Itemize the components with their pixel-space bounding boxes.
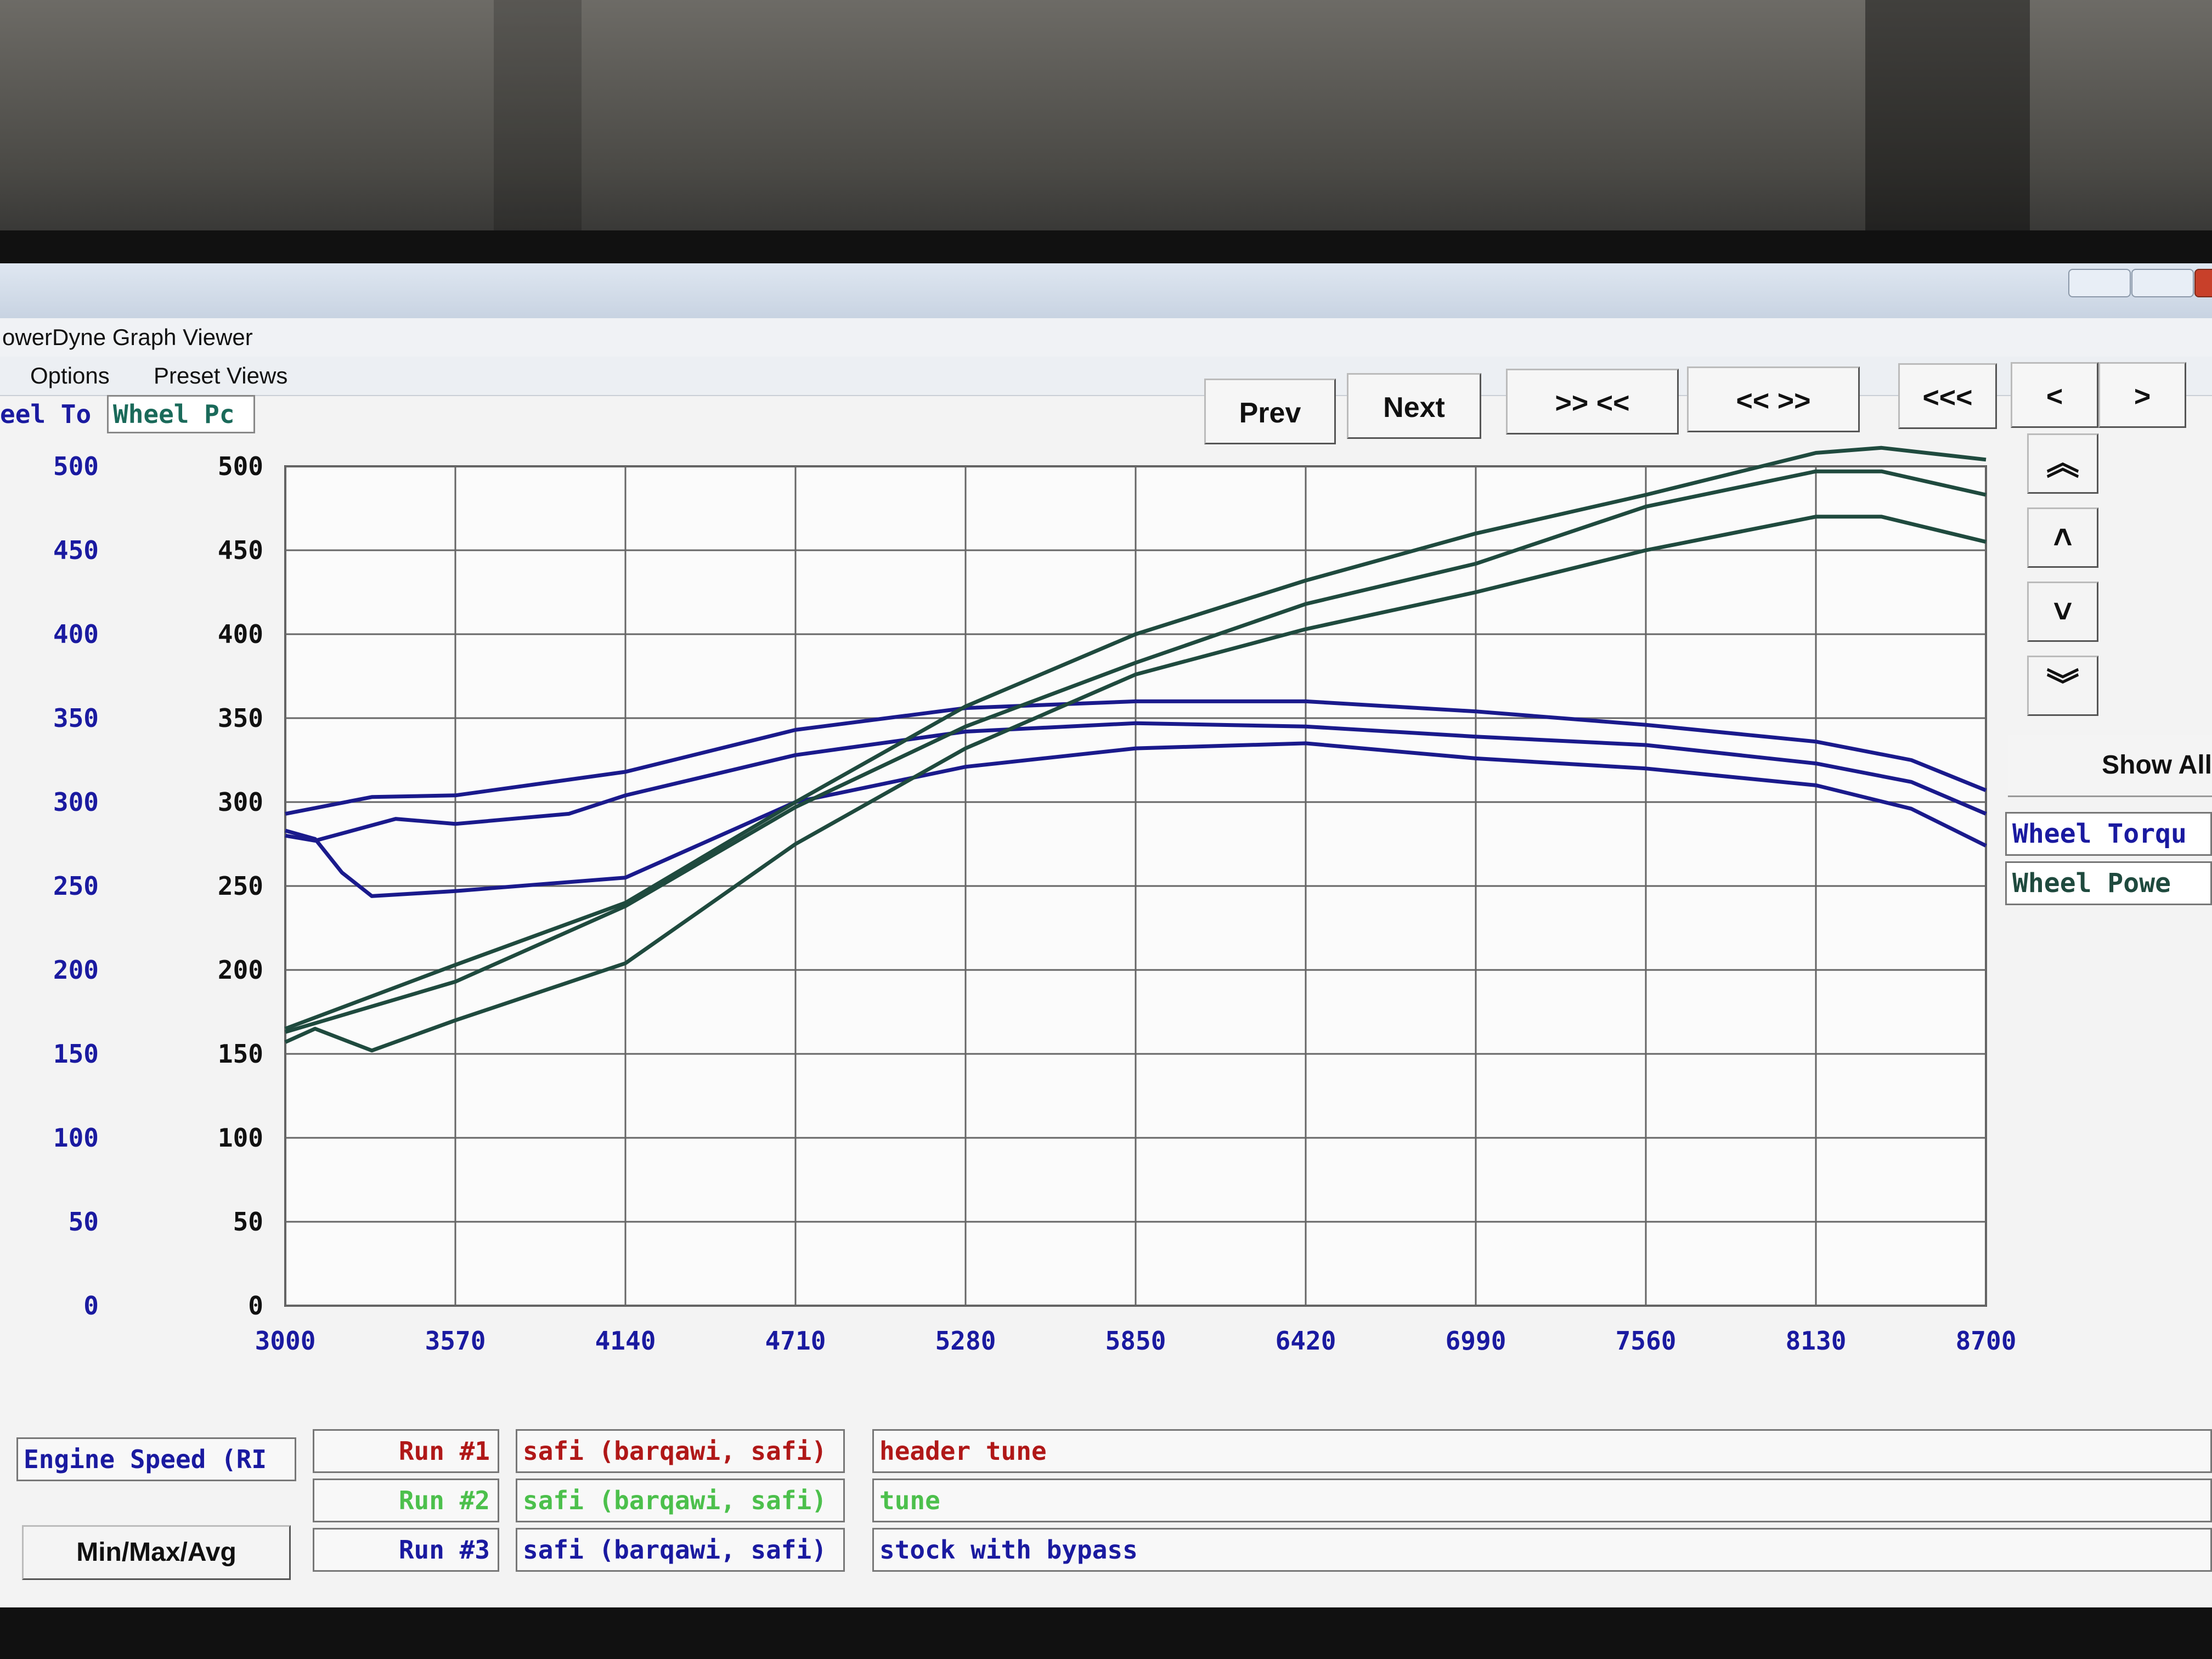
scale-down-fast-button[interactable]: ︾ — [2027, 656, 2098, 716]
run-1-label: Run #1 — [313, 1429, 499, 1473]
y-left-tick-label: 250 — [53, 871, 99, 901]
y-left-tick-label: 0 — [83, 1291, 99, 1321]
scroll-left-button[interactable]: < — [2011, 362, 2098, 428]
run-2-note[interactable]: tune — [872, 1479, 2212, 1522]
x-tick-label: 4710 — [765, 1326, 826, 1356]
x-tick-label: 8700 — [1956, 1326, 2017, 1356]
run-1-driver[interactable]: safi (barqawi, safi) — [516, 1429, 845, 1473]
y-left-tick-label: 150 — [53, 1039, 99, 1069]
x-tick-label: 8130 — [1786, 1326, 1847, 1356]
y-left-tick-label: 50 — [69, 1207, 99, 1237]
y-left-tick-label: 300 — [53, 787, 99, 817]
legend-wheel-torque[interactable]: Wheel Torqu — [2005, 812, 2212, 856]
zoom-out-button[interactable]: << >> — [1687, 366, 1860, 432]
maximize-button[interactable] — [2131, 269, 2194, 297]
window-title: owerDyne Graph Viewer — [0, 318, 2212, 357]
min-max-avg-button[interactable]: Min/Max/Avg — [22, 1525, 291, 1580]
x-tick-label: 3000 — [255, 1326, 316, 1356]
scale-up-fast-button[interactable]: ︽ — [2027, 433, 2098, 494]
x-tick-label: 4140 — [595, 1326, 656, 1356]
minimize-button[interactable] — [2068, 269, 2131, 297]
run-3-note[interactable]: stock with bypass — [872, 1528, 2212, 1572]
chevron-down-icon: ˅ — [2053, 593, 2073, 630]
x-tick-label: 5280 — [935, 1326, 996, 1356]
scroll-right-button[interactable]: > — [2098, 362, 2186, 428]
dyno-chart: 3000 3570 4140 4710 5280 5850 6420 6990 7560 8130… — [53, 445, 2017, 1356]
scale-up-button[interactable]: ˄ — [2027, 507, 2098, 568]
y-right-tick-label: 0 — [248, 1291, 263, 1321]
y-right-tick-label: 450 — [218, 535, 263, 565]
rewind-button[interactable]: <<< — [1898, 363, 1997, 429]
x-tick-label: 3570 — [425, 1326, 486, 1356]
x-tick-label: 6990 — [1446, 1326, 1506, 1356]
scale-down-button[interactable]: ˅ — [2027, 582, 2098, 642]
zoom-in-button[interactable]: >> << — [1506, 369, 1679, 435]
y-right-tick-label: 350 — [218, 703, 263, 733]
run-2-label: Run #2 — [313, 1479, 499, 1522]
title-bar — [0, 263, 2212, 318]
y-right-tick-label: 150 — [218, 1039, 263, 1069]
y-left-tick-label: 450 — [53, 535, 99, 565]
y-right-tick-label: 100 — [218, 1123, 263, 1153]
chevron-up-icon: ˄ — [2053, 519, 2073, 556]
close-button[interactable] — [2194, 269, 2212, 297]
x-tick-label: 6420 — [1276, 1326, 1336, 1356]
y-left-tick-label: 500 — [53, 452, 99, 481]
y-right-tick-label: 400 — [218, 619, 263, 649]
y-right-tick-label: 50 — [233, 1207, 263, 1237]
x-tick-label: 7560 — [1616, 1326, 1677, 1356]
run-2-driver[interactable]: safi (barqawi, safi) — [516, 1479, 845, 1522]
x-channel-selector[interactable]: Engine Speed (RI — [16, 1437, 296, 1481]
y-right-tick-label: 200 — [218, 955, 263, 985]
double-chevron-up-icon: ︽ — [2046, 445, 2079, 482]
y-left-tick-label: 350 — [53, 703, 99, 733]
run-3-driver[interactable]: safi (barqawi, safi) — [516, 1528, 845, 1572]
y-left-tick-label: 100 — [53, 1123, 99, 1153]
application-window: owerDyne Graph Viewer Options Preset Vie… — [0, 263, 2212, 1607]
y-right-tick-label: 250 — [218, 871, 263, 901]
y-right-tick-label: 500 — [218, 452, 263, 481]
x-tick-label: 5850 — [1105, 1326, 1166, 1356]
y-right-tick-label: 300 — [218, 787, 263, 817]
legend-wheel-power[interactable]: Wheel Powe — [2005, 861, 2212, 905]
y-left-tick-label: 200 — [53, 955, 99, 985]
show-all-button[interactable]: Show All — [2008, 735, 2212, 797]
menu-options[interactable]: Options — [30, 357, 110, 395]
menu-bar: Options Preset Views — [0, 357, 2212, 396]
run-1-note[interactable]: header tune — [872, 1429, 2212, 1473]
y-left-tick-label: 400 — [53, 619, 99, 649]
menu-preset-views[interactable]: Preset Views — [154, 357, 287, 395]
double-chevron-down-icon: ︾ — [2046, 667, 2079, 704]
run-3-label: Run #3 — [313, 1528, 499, 1572]
